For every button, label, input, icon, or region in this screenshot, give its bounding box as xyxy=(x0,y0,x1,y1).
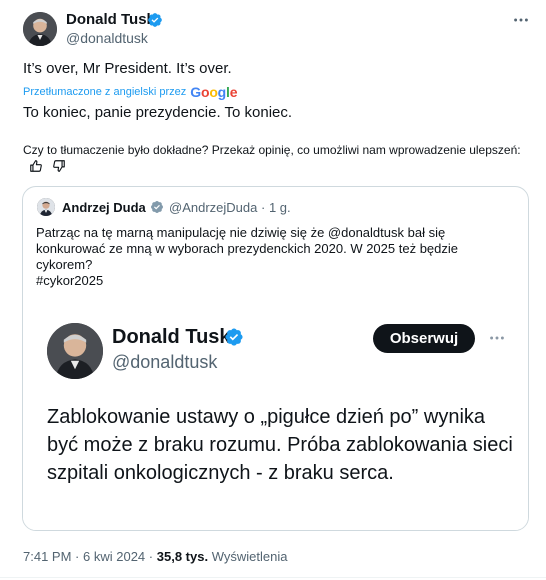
author-avatar[interactable] xyxy=(23,12,57,46)
quote-author-handle[interactable]: @AndrzejDuda xyxy=(169,200,257,215)
quote-age[interactable]: 1 g. xyxy=(269,200,291,215)
image-follow-button: Obserwuj xyxy=(373,324,475,353)
quote-text: Patrząc na tę marną manipulację nie dziw… xyxy=(36,225,458,288)
verified-badge-icon xyxy=(224,327,244,347)
quote-author-avatar[interactable] xyxy=(37,198,55,216)
more-horizontal-icon xyxy=(486,327,508,349)
views-label: Wyświetlenia xyxy=(211,549,288,564)
divider xyxy=(0,577,546,578)
tweet-time[interactable]: 7:41 PM xyxy=(23,549,71,564)
tweet-date[interactable]: 6 kwi 2024 xyxy=(83,549,145,564)
translated-text: To koniec, panie prezydencie. To koniec. xyxy=(23,104,293,121)
verified-badge-icon xyxy=(150,200,164,214)
thumbs-down-icon[interactable] xyxy=(52,159,66,173)
quote-author-meta[interactable]: @AndrzejDuda · 1 g. xyxy=(169,200,291,215)
google-letter: e xyxy=(229,84,238,100)
google-letter: o xyxy=(200,84,210,100)
image-author-name: Donald Tusk xyxy=(112,326,231,348)
translation-attribution[interactable]: Przetłumaczone z angielski przez Google xyxy=(23,84,238,100)
author-handle[interactable]: @donaldtusk xyxy=(66,30,148,46)
feedback-text: Czy to tłumaczenie było dokładne? Przeka… xyxy=(23,143,521,157)
google-letter: g xyxy=(217,84,227,100)
more-horizontal-icon[interactable] xyxy=(511,10,531,30)
verified-badge-icon xyxy=(147,12,163,28)
thumbs-up-icon[interactable] xyxy=(29,159,43,173)
author-name[interactable]: Donald Tusk xyxy=(66,11,155,28)
image-author-handle: @donaldtusk xyxy=(112,352,218,372)
google-logo: Google xyxy=(190,84,237,100)
meta-separator: · xyxy=(148,549,154,564)
views-count: 35,8 tys. xyxy=(156,549,209,564)
tweet-meta: 7:41 PM · 6 kwi 2024 · 35,8 tys. Wyświet… xyxy=(23,549,287,564)
image-author-avatar xyxy=(47,323,103,379)
translation-feedback: Czy to tłumaczenie było dokładne? Przeka… xyxy=(23,143,523,173)
meta-separator: · xyxy=(75,549,80,564)
google-letter: G xyxy=(190,84,201,100)
meta-separator: · xyxy=(260,200,266,215)
translated-by-label: Przetłumaczone z angielski przez xyxy=(23,86,187,98)
quote-image[interactable]: Donald Tusk @donaldtusk Obserwuj Zabloko… xyxy=(23,309,528,530)
quote-author-name[interactable]: Andrzej Duda xyxy=(62,200,146,215)
tweet-text: It’s over, Mr President. It’s over. xyxy=(23,60,232,77)
google-letter: o xyxy=(209,84,218,100)
quoted-tweet-card[interactable]: Andrzej Duda @AndrzejDuda · 1 g. Patrząc… xyxy=(22,186,529,531)
image-tweet-text: Zablokowanie ustawy o „pigułce dzień po”… xyxy=(47,406,513,484)
